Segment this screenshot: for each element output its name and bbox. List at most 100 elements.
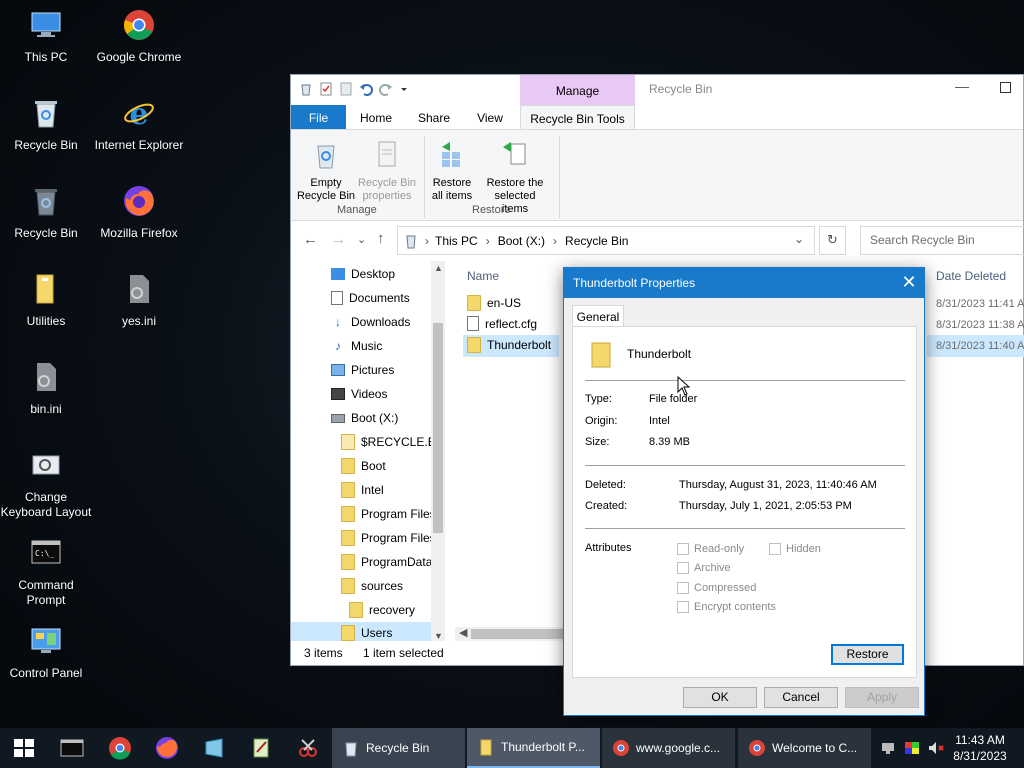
clock[interactable]: 11:43 AM 8/31/2023: [950, 732, 1010, 764]
desktop-icon-firefox[interactable]: Mozilla Firefox: [93, 184, 185, 241]
desktop-icon-command-prompt[interactable]: C:\_ Command Prompt: [0, 536, 92, 608]
search-input[interactable]: Search Recycle Bin: [860, 226, 1024, 255]
desktop-icon-control-panel[interactable]: Control Panel: [0, 624, 92, 681]
nav-item-music[interactable]: ♪ Music: [331, 334, 382, 358]
nav-item-program-files-x86[interactable]: Program Files: [341, 526, 436, 550]
hidden-checkbox[interactable]: Hidden: [769, 543, 821, 555]
dialog-title: Thunderbolt Properties: [573, 276, 696, 290]
file-row-selected[interactable]: Thunderbolt: [467, 337, 551, 353]
taskbar-window-thunderbolt-properties[interactable]: Thunderbolt P...: [467, 728, 600, 768]
nav-item-intel[interactable]: Intel: [341, 478, 384, 502]
back-button[interactable]: ←: [303, 231, 318, 248]
readonly-checkbox[interactable]: Read-only: [677, 543, 744, 555]
nav-item-documents[interactable]: Documents: [331, 286, 410, 310]
snipping-tool-icon[interactable]: [296, 736, 320, 760]
desktop-icon-chrome[interactable]: Google Chrome: [93, 8, 185, 65]
scroll-up-icon[interactable]: ▲: [434, 263, 443, 273]
nav-item-programdata[interactable]: ProgramData: [341, 550, 432, 574]
folder-icon: [480, 739, 492, 756]
maximize-button[interactable]: [1000, 82, 1011, 93]
cmd-icon[interactable]: [60, 736, 84, 760]
display-icon[interactable]: [904, 740, 920, 756]
network-icon[interactable]: [880, 740, 896, 756]
ok-button[interactable]: OK: [683, 687, 757, 708]
minimize-button[interactable]: —: [955, 78, 969, 94]
nav-scrollbar-thumb[interactable]: [433, 323, 443, 533]
separator: [585, 465, 905, 466]
notepad-icon[interactable]: [249, 736, 273, 760]
horizontal-scrollbar[interactable]: ◀: [455, 627, 565, 641]
taskbar-window-recycle-bin[interactable]: Recycle Bin: [332, 728, 465, 768]
desktop-icon-this-pc[interactable]: This PC: [0, 8, 92, 65]
desktop-icon-change-keyboard-layout[interactable]: Change Keyboard Layout: [0, 448, 92, 520]
tab-view[interactable]: View: [465, 105, 515, 131]
taskbar-window-google[interactable]: www.google.c...: [602, 728, 735, 768]
chrome-icon[interactable]: [108, 736, 132, 760]
nav-item-recovery[interactable]: recovery: [349, 598, 415, 622]
column-header-name[interactable]: Name: [467, 269, 499, 283]
breadcrumb-boot[interactable]: Boot (X:): [498, 234, 545, 248]
scroll-left-icon[interactable]: ◀: [459, 626, 467, 639]
horizontal-scrollbar-thumb[interactable]: [471, 629, 563, 639]
desktop-icon-recycle-bin-2[interactable]: Recycle Bin: [0, 184, 92, 241]
tab-file[interactable]: File: [291, 105, 346, 131]
nav-item-sources[interactable]: sources: [341, 574, 403, 598]
cancel-button[interactable]: Cancel: [764, 687, 838, 708]
tab-share[interactable]: Share: [409, 105, 459, 131]
ini-file-icon: [37, 363, 56, 391]
breadcrumb-recycle-bin[interactable]: Recycle Bin: [565, 234, 628, 248]
nav-item-desktop[interactable]: Desktop: [331, 262, 395, 286]
nav-item-boot-drive[interactable]: Boot (X:): [331, 406, 398, 430]
refresh-button[interactable]: ↻: [819, 226, 846, 255]
desktop-icon-bin-ini[interactable]: bin.ini: [0, 360, 92, 417]
context-tab-manage[interactable]: Manage: [520, 84, 635, 98]
nav-item-pictures[interactable]: Pictures: [331, 358, 394, 382]
nav-item-boot[interactable]: Boot: [341, 454, 386, 478]
folder-icon: [36, 274, 54, 304]
archive-checkbox[interactable]: Archive: [677, 562, 731, 574]
nav-item-program-files[interactable]: Program Files: [341, 502, 436, 526]
file-row[interactable]: en-US: [467, 295, 521, 311]
properties-icon[interactable]: [319, 82, 333, 96]
window-title: Recycle Bin: [649, 82, 713, 96]
nav-item-downloads[interactable]: ↓ Downloads: [331, 310, 410, 334]
up-button[interactable]: ↑: [377, 230, 385, 247]
tab-recycle-bin-tools[interactable]: Recycle Bin Tools: [520, 105, 635, 131]
column-header-date-deleted[interactable]: Date Deleted: [936, 269, 1006, 283]
desktop-icon-recycle-bin[interactable]: Recycle Bin: [0, 96, 92, 153]
nav-item-recycle-bin-folder[interactable]: $RECYCLE.BIN: [341, 430, 445, 454]
tab-home[interactable]: Home: [351, 105, 401, 131]
undo-icon[interactable]: [359, 82, 373, 96]
file-row[interactable]: reflect.cfg: [467, 316, 537, 331]
apply-button[interactable]: Apply: [845, 687, 919, 708]
encrypt-checkbox[interactable]: Encrypt contents: [677, 601, 776, 613]
qat-dropdown-icon[interactable]: [399, 82, 409, 96]
address-bar[interactable]: › This PC › Boot (X:) › Recycle Bin ⌄: [397, 226, 815, 255]
new-folder-icon[interactable]: [339, 82, 353, 96]
app-icon[interactable]: [202, 736, 226, 760]
nav-item-users[interactable]: Users: [341, 622, 392, 643]
firefox-icon[interactable]: [155, 736, 179, 760]
dialog-close-button[interactable]: ✕: [894, 268, 924, 298]
scroll-down-icon[interactable]: ▼: [434, 631, 443, 641]
address-dropdown-icon[interactable]: ⌄: [794, 232, 804, 246]
start-windows-icon[interactable]: [12, 736, 36, 760]
redo-icon[interactable]: [379, 82, 393, 96]
recycle-bin-icon: [35, 101, 57, 128]
restore-button[interactable]: Restore: [831, 644, 904, 665]
restore-all-items-button[interactable]: Restore all items: [429, 138, 475, 203]
tab-general[interactable]: General: [572, 305, 624, 327]
forward-button[interactable]: →: [331, 231, 346, 248]
compressed-checkbox[interactable]: Compressed: [677, 582, 756, 594]
desktop-icon-utilities[interactable]: Utilities: [0, 272, 92, 329]
nav-scrollbar[interactable]: ▲ ▼: [431, 261, 445, 643]
desktop-icon-internet-explorer[interactable]: e Internet Explorer: [93, 96, 185, 153]
volume-muted-icon[interactable]: [927, 740, 945, 756]
desktop-icon-yes-ini[interactable]: yes.ini: [93, 272, 185, 329]
breadcrumb-this-pc[interactable]: This PC: [435, 234, 478, 248]
taskbar-window-welcome[interactable]: Welcome to C...: [738, 728, 871, 768]
nav-item-videos[interactable]: Videos: [331, 382, 387, 406]
recent-locations-icon[interactable]: ⌄: [357, 233, 366, 246]
empty-recycle-bin-button[interactable]: Empty Recycle Bin: [296, 138, 356, 203]
recycle-bin-properties-button[interactable]: Recycle Bin properties: [357, 138, 417, 203]
